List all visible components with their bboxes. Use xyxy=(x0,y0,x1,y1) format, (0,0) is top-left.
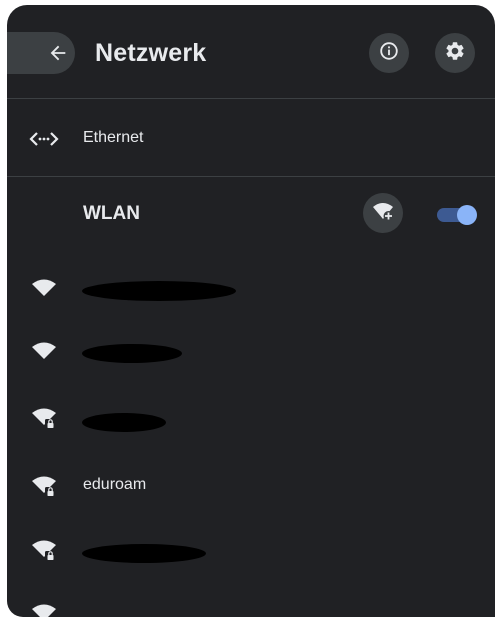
divider xyxy=(7,176,495,177)
wlan-toggle[interactable] xyxy=(433,205,477,225)
wifi-add-icon xyxy=(371,199,395,228)
divider xyxy=(7,98,495,99)
wifi-lock-icon xyxy=(29,599,59,617)
ethernet-label: Ethernet xyxy=(83,129,144,146)
add-network-button[interactable] xyxy=(363,193,403,233)
wifi-lock-icon xyxy=(29,471,59,501)
arrow-left-icon xyxy=(47,42,69,64)
wifi-icon xyxy=(29,336,59,366)
wifi-lock-icon xyxy=(29,403,59,433)
header: Netzwerk xyxy=(7,5,495,98)
network-item[interactable] xyxy=(7,257,495,317)
back-button[interactable] xyxy=(7,32,75,74)
network-item[interactable] xyxy=(7,320,495,380)
settings-button[interactable] xyxy=(435,33,475,73)
network-name: eduroam xyxy=(83,476,147,493)
page-title: Netzwerk xyxy=(95,39,207,67)
redaction-mark xyxy=(82,344,182,363)
gear-icon xyxy=(444,40,466,67)
wifi-lock-icon xyxy=(29,535,59,565)
info-icon xyxy=(378,40,400,67)
wifi-icon xyxy=(29,273,59,303)
info-button[interactable] xyxy=(369,33,409,73)
network-item[interactable] xyxy=(7,519,495,579)
redaction-mark xyxy=(82,413,166,432)
wlan-label: WLAN xyxy=(83,203,140,224)
toggle-knob xyxy=(457,205,477,225)
redaction-mark xyxy=(82,281,236,301)
ethernet-row[interactable]: Ethernet xyxy=(7,108,495,168)
redaction-mark xyxy=(82,544,206,563)
network-item-eduroam[interactable]: eduroam xyxy=(7,455,495,515)
network-panel: Netzwerk Ethernet WLAN eduroam xyxy=(7,5,495,617)
network-item[interactable] xyxy=(7,387,495,447)
ethernet-icon xyxy=(29,124,59,154)
